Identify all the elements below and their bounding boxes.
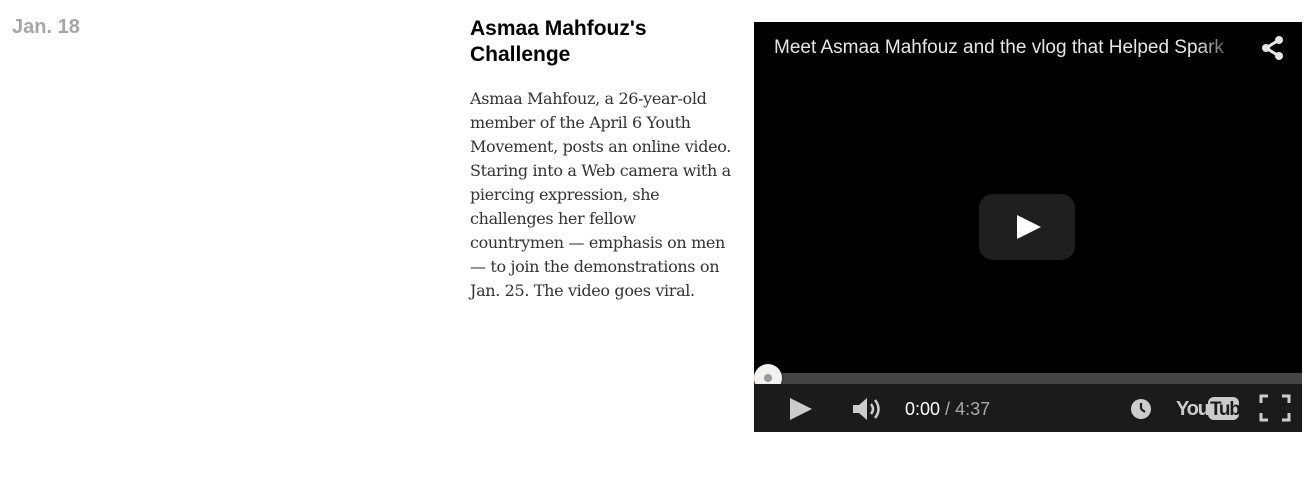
entry-date: Jan. 18 xyxy=(12,16,80,38)
progress-bar[interactable] xyxy=(754,373,1302,384)
control-bar: 0:00 / 4:37 You Tube xyxy=(754,384,1302,432)
time-separator: / xyxy=(940,399,956,419)
entry-body: Asmaa Mahfouz, a 26-year-old member of t… xyxy=(470,89,731,300)
video-player[interactable]: Meet Asmaa Mahfouz and the vlog that Hel… xyxy=(754,22,1302,432)
clock-icon xyxy=(1131,399,1151,419)
volume-button[interactable] xyxy=(850,395,886,423)
fullscreen-button[interactable] xyxy=(1258,393,1292,423)
duration: 4:37 xyxy=(955,399,991,419)
video-title[interactable]: Meet Asmaa Mahfouz and the vlog that Hel… xyxy=(774,36,1244,60)
play-icon xyxy=(790,398,812,420)
play-button[interactable] xyxy=(784,396,816,422)
share-icon[interactable] xyxy=(1260,35,1286,61)
fullscreen-icon xyxy=(1259,394,1291,422)
entry-headline: Asmaa Mahfouz's Challenge xyxy=(470,17,647,66)
volume-icon xyxy=(853,398,880,420)
big-play-button[interactable] xyxy=(979,194,1075,260)
youtube-logo[interactable]: You Tube xyxy=(1176,392,1251,424)
current-time: 0:00 xyxy=(905,399,941,419)
time-readout: 0:00 / 4:37 xyxy=(905,398,990,420)
watch-later-button[interactable] xyxy=(1130,398,1152,420)
play-icon xyxy=(1017,215,1041,239)
svg-text:You: You xyxy=(1176,398,1209,420)
youtube-logo-icon: You Tube xyxy=(1176,397,1251,420)
svg-text:Tube: Tube xyxy=(1210,399,1240,420)
